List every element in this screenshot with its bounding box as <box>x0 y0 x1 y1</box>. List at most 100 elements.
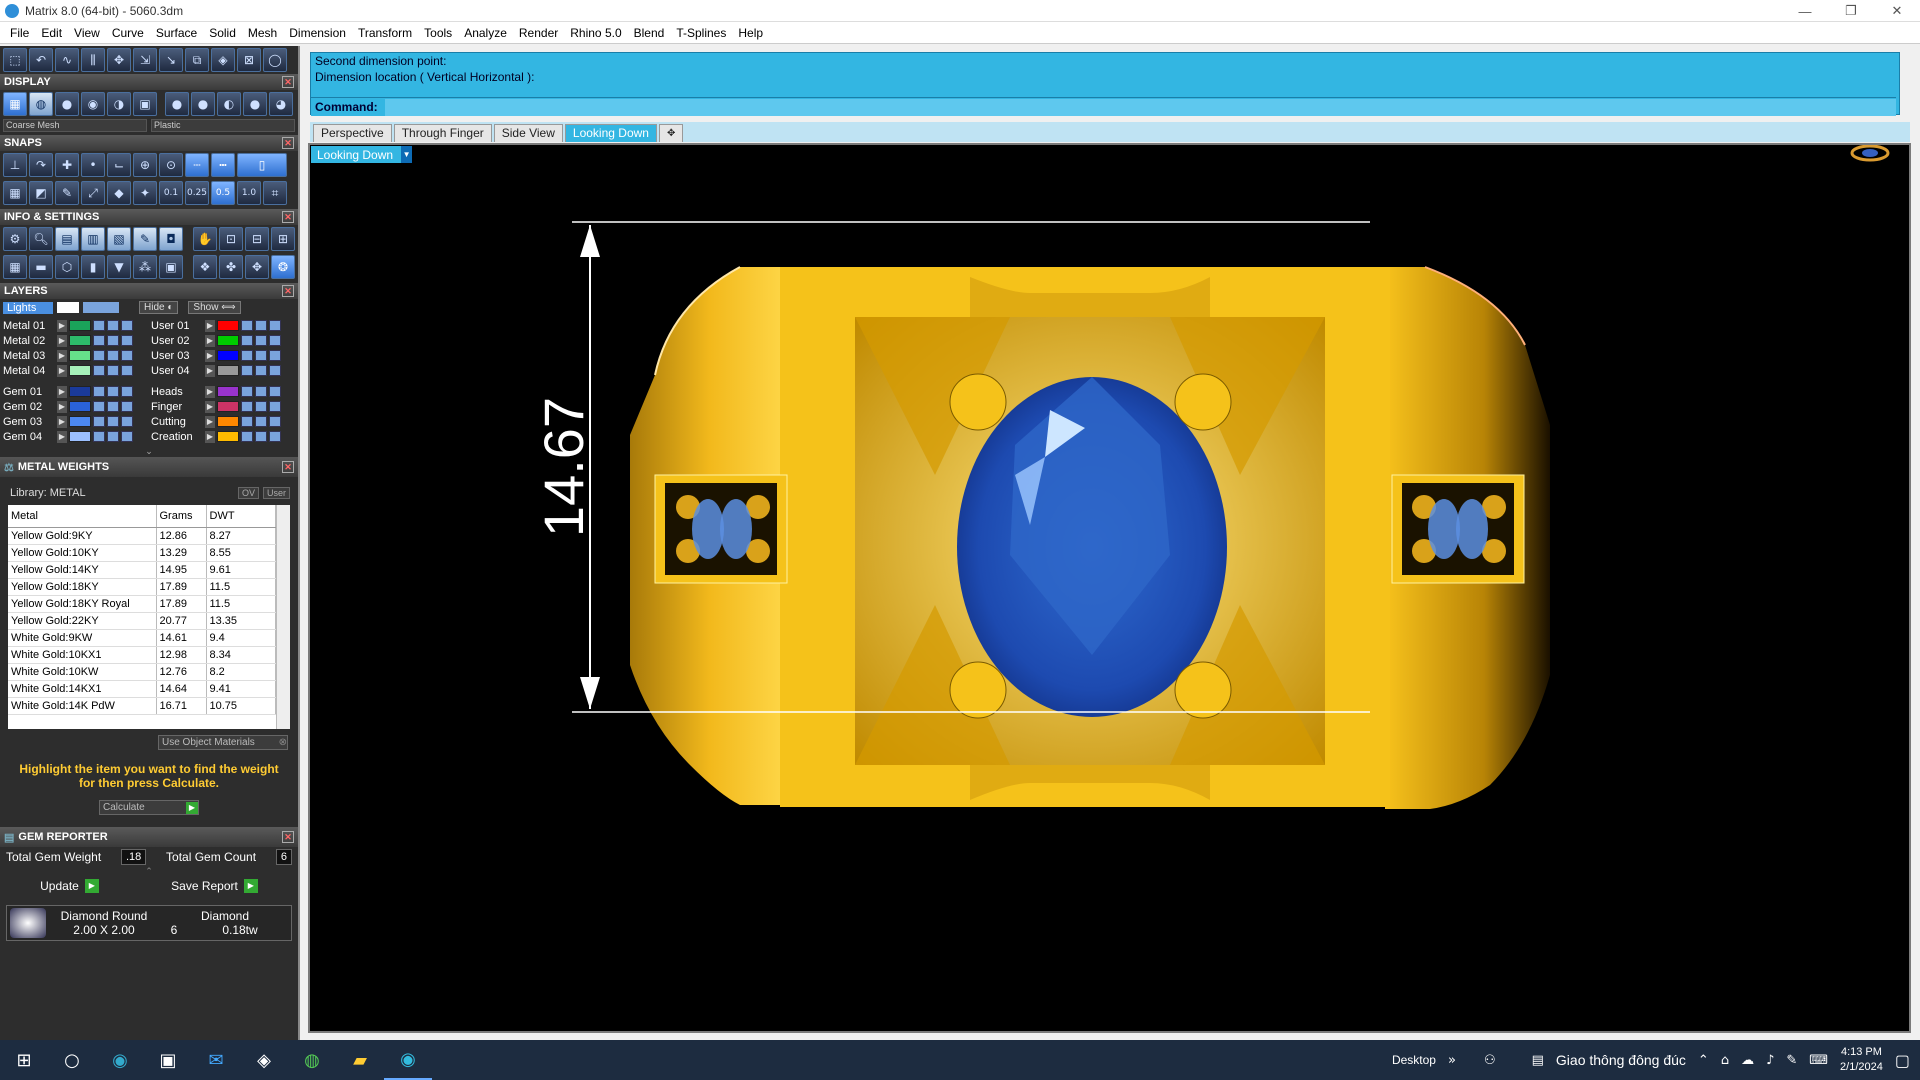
table-row[interactable]: Yellow Gold:22KY 20.77 13.35 <box>8 612 276 630</box>
snap-point-icon[interactable]: ✚ <box>55 153 79 177</box>
visibility-icon[interactable] <box>107 401 119 412</box>
layer-current-icon[interactable] <box>269 431 281 442</box>
chevron-right-icon[interactable]: ▶ <box>57 334 67 347</box>
news-widget[interactable]: Giao thông đông đúc <box>1556 1052 1686 1068</box>
window-icon[interactable]: ▣ <box>159 255 183 279</box>
material-select[interactable]: Plastic <box>151 119 295 132</box>
layer-row[interactable]: Finger ▶ <box>151 399 293 414</box>
tab-side-view[interactable]: Side View <box>493 124 563 142</box>
layer-color-swatch[interactable] <box>69 335 91 346</box>
chevron-right-icon[interactable]: » <box>1448 1053 1456 1068</box>
frame-icon[interactable]: ⊟ <box>245 227 269 251</box>
chevron-right-icon[interactable]: ▶ <box>57 319 67 332</box>
table-row[interactable]: Yellow Gold:14KY 14.95 9.61 <box>8 561 276 579</box>
sphere3-icon[interactable]: ◐ <box>217 92 241 116</box>
sphere1-icon[interactable]: ● <box>165 92 189 116</box>
snap-end-icon[interactable]: ⊥ <box>3 153 27 177</box>
prong-icon[interactable]: ✤ <box>219 255 243 279</box>
file-explorer-icon[interactable]: ▰ <box>336 1040 384 1080</box>
update-button[interactable]: Update ▶ <box>40 879 99 893</box>
circle-icon[interactable]: ◯ <box>263 48 287 72</box>
sphere5-icon[interactable]: ◕ <box>269 92 293 116</box>
close-icon[interactable]: ✕ <box>282 211 294 223</box>
menu-rhino[interactable]: Rhino 5.0 <box>564 26 627 40</box>
snap-mid-icon[interactable]: • <box>81 153 105 177</box>
layer-current-icon[interactable] <box>121 335 133 346</box>
visibility-icon[interactable] <box>255 365 267 376</box>
layer-row[interactable]: Gem 02 ▶ <box>3 399 145 414</box>
layer-row[interactable]: User 01 ▶ <box>151 318 293 333</box>
edge-icon[interactable]: ◉ <box>96 1040 144 1080</box>
snap-perp-icon[interactable]: ⌙ <box>107 153 131 177</box>
visibility-icon[interactable] <box>107 320 119 331</box>
layer-row[interactable]: User 03 ▶ <box>151 348 293 363</box>
table-row[interactable]: White Gold:9KW 14.61 9.4 <box>8 629 276 647</box>
menu-solid[interactable]: Solid <box>203 26 242 40</box>
box-icon[interactable]: ⬡ <box>55 255 79 279</box>
layer-current-icon[interactable] <box>121 350 133 361</box>
mail-icon[interactable]: ✉ <box>192 1040 240 1080</box>
clock[interactable]: 4:13 PM 2/1/2024 <box>1840 1045 1883 1075</box>
table-row[interactable]: White Gold:14K PdW 16.71 10.75 <box>8 697 276 715</box>
layer-color-swatch[interactable] <box>69 365 91 376</box>
grid-settings-icon[interactable]: ⌗ <box>263 181 287 205</box>
minimize-button[interactable]: — <box>1782 0 1828 22</box>
table-row[interactable]: Yellow Gold:9KY 12.86 8.27 <box>8 527 276 545</box>
snap-quad-icon[interactable]: ⊙ <box>159 153 183 177</box>
lock-icon[interactable] <box>93 416 105 427</box>
add-tab-button[interactable]: ✥ <box>658 124 684 142</box>
layer-color-swatch[interactable] <box>217 431 239 442</box>
menu-transform[interactable]: Transform <box>352 26 418 40</box>
table-row[interactable]: Yellow Gold:18KY 17.89 11.5 <box>8 578 276 596</box>
scale-icon[interactable]: ⇲ <box>133 48 157 72</box>
bezel-icon[interactable]: ✥ <box>245 255 269 279</box>
lock-icon[interactable] <box>93 386 105 397</box>
snap-planar-icon[interactable]: ▯ <box>237 153 287 177</box>
chevron-right-icon[interactable]: ▶ <box>205 334 215 347</box>
lock-icon[interactable] <box>93 431 105 442</box>
visibility-icon[interactable] <box>255 350 267 361</box>
snap-center-icon[interactable]: ⊕ <box>133 153 157 177</box>
header-metal[interactable]: Metal <box>8 505 157 528</box>
menu-blend[interactable]: Blend <box>628 26 671 40</box>
menu-edit[interactable]: Edit <box>35 26 68 40</box>
menu-analyze[interactable]: Analyze <box>458 26 513 40</box>
columns-tool-icon[interactable]: ⫼ <box>81 48 105 72</box>
crop-icon[interactable]: ⊡ <box>219 227 243 251</box>
chevron-right-icon[interactable]: ▶ <box>205 319 215 332</box>
layer-current-icon[interactable] <box>269 320 281 331</box>
lock-icon[interactable] <box>93 401 105 412</box>
table-row[interactable]: White Gold:10KX1 12.98 8.34 <box>8 646 276 664</box>
layer-row[interactable]: Metal 02 ▶ <box>3 333 145 348</box>
step-0.1[interactable]: 0.1 <box>159 181 183 205</box>
chevron-right-icon[interactable]: ▶ <box>57 385 67 398</box>
save-icon[interactable]: ▥ <box>81 227 105 251</box>
viewport[interactable]: Looking Down ▼ 14.67 <box>308 143 1911 1033</box>
calculate-button[interactable]: Calculate ▶ <box>99 800 199 815</box>
layer-current-icon[interactable] <box>269 365 281 376</box>
lock-icon[interactable] <box>241 365 253 376</box>
visibility-icon[interactable] <box>107 386 119 397</box>
gem-list-item[interactable]: Diamond Round Diamond 2.00 X 2.00 6 0.18tw <box>6 905 292 941</box>
chevron-right-icon[interactable]: ▶ <box>57 364 67 377</box>
export-icon[interactable]: ⊞ <box>271 227 295 251</box>
save-report-button[interactable]: Save Report ▶ <box>171 879 258 893</box>
rendered-icon[interactable]: ◉ <box>81 92 105 116</box>
tab-perspective[interactable]: Perspective <box>313 124 392 142</box>
use-object-materials[interactable]: Use Object Materials ⊗ <box>158 735 288 750</box>
lights-swatch[interactable] <box>57 302 79 313</box>
hide-button[interactable]: Hide ◐ <box>139 301 179 314</box>
rhino-icon[interactable]: ◈ <box>240 1040 288 1080</box>
shaded-icon[interactable]: ● <box>55 92 79 116</box>
chevron-right-icon[interactable]: ▶ <box>205 385 215 398</box>
visibility-icon[interactable] <box>107 350 119 361</box>
chevron-up-icon[interactable]: ⌃ <box>1698 1053 1709 1068</box>
people-icon[interactable]: ⚇ <box>1484 1053 1496 1068</box>
ghost-icon[interactable]: ◍ <box>29 92 53 116</box>
chevron-right-icon[interactable]: ▶ <box>57 415 67 428</box>
volume-icon[interactable]: ♪ <box>1766 1053 1774 1068</box>
document-icon[interactable]: ▧ <box>107 227 131 251</box>
menu-file[interactable]: File <box>4 26 35 40</box>
visibility-icon[interactable] <box>255 431 267 442</box>
layer-row[interactable]: Metal 04 ▶ <box>3 363 145 378</box>
